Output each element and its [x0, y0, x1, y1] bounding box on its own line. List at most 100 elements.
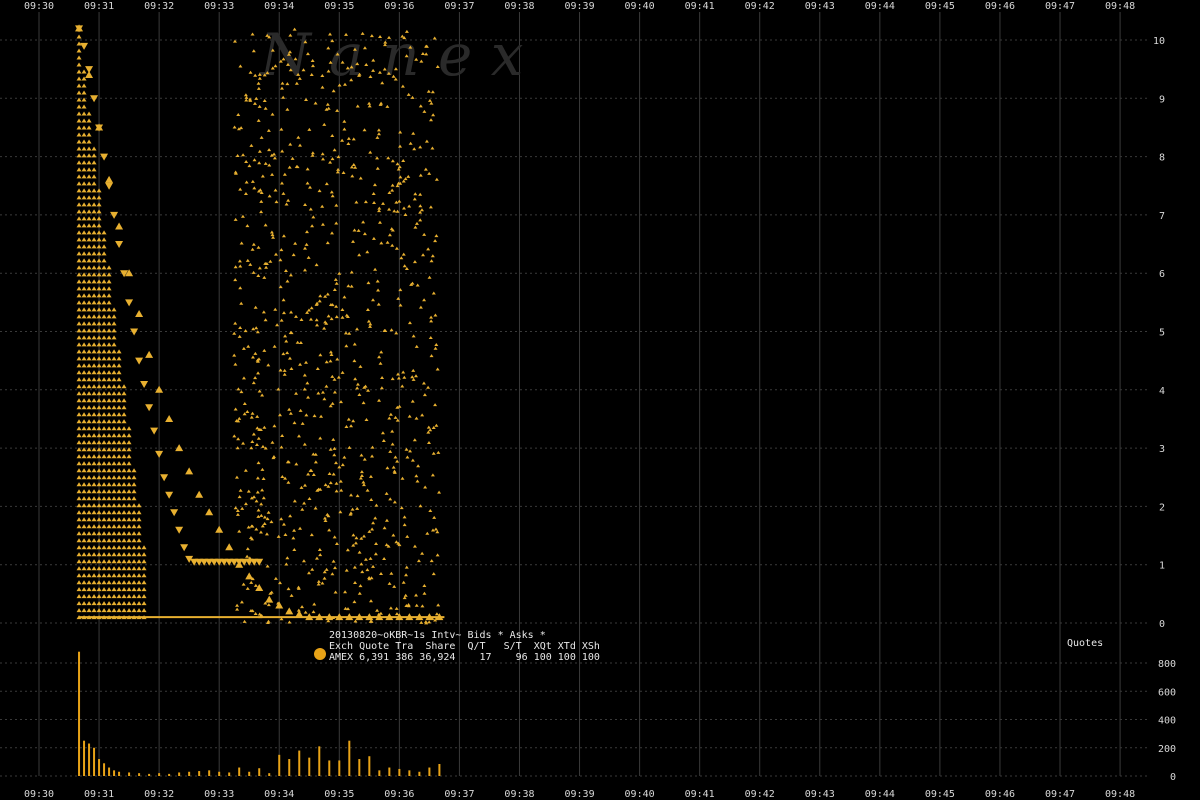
quote-marker [81, 223, 87, 228]
x-tick-label-bottom: 09:39 [564, 789, 594, 800]
quote-marker [86, 307, 92, 312]
quote-marker [86, 552, 92, 557]
quote-marker [345, 548, 350, 552]
quote-marker [342, 127, 347, 131]
volume-bar [178, 772, 181, 776]
quote-marker [121, 573, 127, 578]
quote-marker [91, 300, 97, 305]
quote-marker [96, 461, 102, 466]
quote-marker [96, 468, 102, 473]
quote-marker [378, 611, 383, 615]
quote-marker [381, 439, 386, 443]
y-tick-label: 4 [1159, 386, 1165, 397]
quote-marker [86, 433, 92, 438]
quote-marker [256, 371, 261, 375]
quote-marker [330, 194, 335, 198]
quote-marker [111, 321, 117, 326]
quote-marker [81, 118, 87, 123]
quote-marker [111, 426, 117, 431]
quote-marker [428, 205, 433, 209]
quote-marker [288, 273, 293, 277]
quote-marker [299, 318, 304, 322]
quote-marker [427, 275, 432, 279]
quote-marker [313, 101, 318, 105]
quote-marker [298, 341, 303, 345]
quote-marker [288, 411, 293, 415]
quote-marker [298, 143, 303, 147]
quote-marker [413, 374, 418, 378]
quote-marker [373, 267, 378, 271]
x-tick-label-bottom: 09:45 [925, 789, 955, 800]
quote-marker [262, 515, 267, 519]
quote-marker [334, 221, 339, 225]
quote-marker [357, 550, 362, 554]
bid-marker [115, 222, 124, 230]
quote-marker [418, 104, 423, 108]
quote-marker [436, 603, 441, 607]
quote-marker [323, 483, 328, 487]
quote-marker [235, 603, 240, 607]
quote-marker [317, 189, 322, 193]
quote-marker [111, 580, 117, 585]
quote-marker [347, 445, 352, 449]
quote-marker [96, 426, 102, 431]
quote-marker [414, 593, 419, 597]
quote-marker [81, 132, 87, 137]
quote-marker [96, 216, 102, 221]
quote-marker [413, 192, 418, 196]
quote-marker [260, 393, 265, 397]
quote-marker [86, 286, 92, 291]
quote-marker [111, 454, 117, 459]
quote-marker [106, 538, 112, 543]
quote-marker [388, 497, 393, 501]
quote-marker [136, 566, 142, 571]
quote-marker [344, 313, 349, 317]
quote-marker [393, 455, 398, 459]
quote-marker [116, 587, 122, 592]
quote-marker [281, 311, 286, 315]
quote-marker [96, 496, 102, 501]
quote-marker [111, 573, 117, 578]
quote-marker [111, 517, 117, 522]
x-tick-label-top: 09:45 [925, 1, 955, 12]
quote-marker [96, 321, 102, 326]
quote-marker [322, 326, 327, 330]
quote-marker [111, 503, 117, 508]
quote-marker [91, 405, 97, 410]
quote-marker [390, 159, 395, 163]
quote-marker [121, 489, 127, 494]
quote-marker [324, 182, 329, 186]
quote-marker [86, 195, 92, 200]
quote-marker [302, 387, 307, 391]
quote-marker [428, 509, 433, 513]
quote-marker [422, 584, 427, 588]
quote-marker [365, 307, 370, 311]
quote-marker [76, 258, 82, 263]
quote-marker [334, 315, 339, 319]
quote-marker [116, 580, 122, 585]
quote-marker [136, 559, 142, 564]
quote-marker [404, 267, 409, 271]
quote-marker [76, 55, 82, 60]
quote-marker [392, 209, 397, 213]
quote-marker [390, 442, 395, 446]
quote-marker [126, 440, 132, 445]
quote-marker [389, 227, 394, 231]
quote-marker [101, 608, 107, 613]
quote-marker [111, 405, 117, 410]
quote-marker [76, 167, 82, 172]
quote-marker [96, 419, 102, 424]
x-tick-label-top: 09:30 [24, 1, 54, 12]
quote-marker [121, 601, 127, 606]
quote-marker [319, 414, 324, 418]
quote-marker [101, 426, 107, 431]
quote-marker [272, 344, 277, 348]
quote-marker [379, 572, 384, 576]
quote-marker [116, 405, 122, 410]
quote-marker [81, 342, 87, 347]
quote-marker [351, 137, 356, 141]
quote-marker [81, 356, 87, 361]
ask-marker [135, 357, 144, 365]
y-tick-label: 0 [1159, 619, 1165, 630]
quote-marker [320, 390, 325, 394]
